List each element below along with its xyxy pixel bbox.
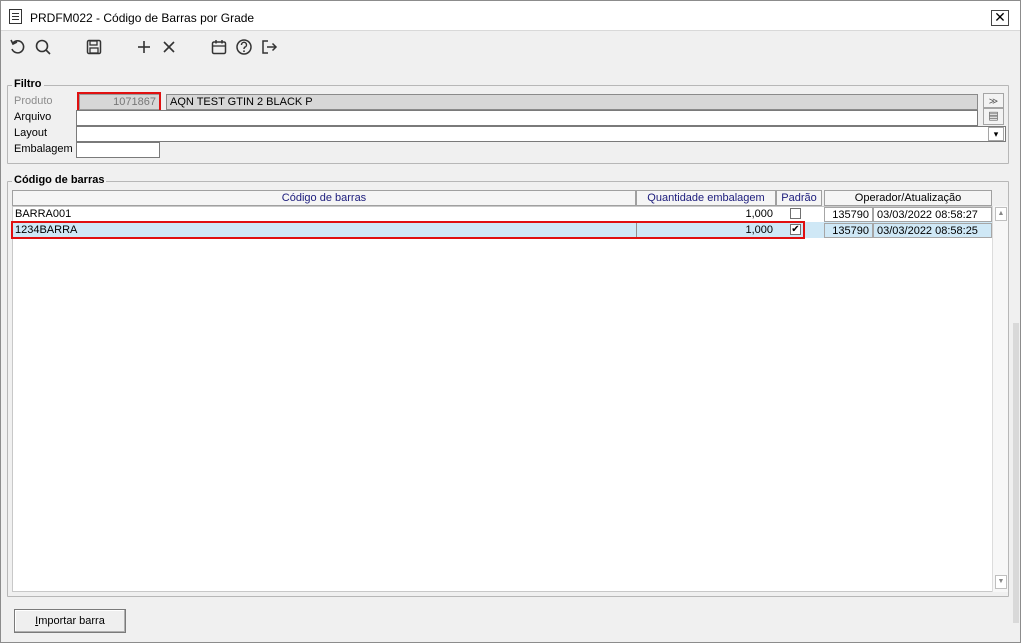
row1-operador[interactable]: 135790	[824, 207, 873, 222]
calendar-icon[interactable]	[210, 38, 228, 56]
add-icon[interactable]	[135, 38, 153, 56]
window-title: PRDFM022 - Código de Barras por Grade	[30, 11, 255, 25]
row2-highlight	[11, 221, 805, 239]
layout-label: Layout	[14, 127, 48, 139]
document-icon	[9, 9, 22, 24]
embalagem-label: Embalagem	[14, 143, 73, 155]
help-icon[interactable]	[235, 38, 253, 56]
window-edge	[1013, 323, 1019, 623]
main-window: PRDFM022 - Código de Barras por Grade ✕	[0, 0, 1021, 643]
exit-icon[interactable]	[260, 38, 278, 56]
produto-label: Produto	[14, 95, 53, 107]
title-bar: PRDFM022 - Código de Barras por Grade ✕	[1, 1, 1020, 31]
embalagem-input[interactable]	[76, 142, 160, 158]
produto-desc-field: AQN TEST GTIN 2 BLACK P	[166, 94, 978, 110]
delete-icon[interactable]	[160, 38, 178, 56]
barras-grid	[12, 206, 1008, 592]
row1-quantidade[interactable]: 1,000	[636, 207, 776, 222]
col-header-codigo[interactable]: Código de barras	[12, 190, 636, 206]
filtro-group-label: Filtro	[12, 78, 44, 90]
file-browse-icon[interactable]: ▤	[983, 108, 1004, 125]
save-icon[interactable]	[85, 38, 103, 56]
produto-highlight	[77, 92, 161, 112]
grid-vertical-scrollbar[interactable]: ▲ ▼	[992, 206, 1008, 592]
undo-icon[interactable]	[9, 38, 27, 56]
chevron-down-icon[interactable]: ▾	[988, 127, 1004, 141]
importar-barra-button[interactable]: Importar barra	[14, 609, 126, 633]
row1-codigo[interactable]: BARRA001	[12, 207, 636, 222]
row1-atualizacao[interactable]: 03/03/2022 08:58:27	[873, 207, 992, 222]
col-header-operador[interactable]: Operador/Atualização	[824, 190, 992, 206]
layout-select[interactable]	[76, 126, 1006, 142]
search-icon[interactable]	[34, 38, 52, 56]
arquivo-label: Arquivo	[14, 111, 52, 123]
arquivo-input[interactable]	[76, 110, 978, 126]
col-header-padrao[interactable]: Padrão	[776, 190, 822, 206]
close-button[interactable]: ✕	[991, 10, 1009, 26]
produto-lookup-button[interactable]: ≫	[983, 93, 1004, 108]
toolbar	[1, 32, 1020, 62]
barras-group-label: Código de barras	[12, 174, 107, 186]
row1-padrao-checkbox[interactable]	[790, 208, 801, 219]
row2-atualizacao[interactable]: 03/03/2022 08:58:25	[873, 223, 992, 238]
row2-operador[interactable]: 135790	[824, 223, 873, 238]
scroll-up-icon[interactable]: ▲	[995, 207, 1007, 221]
importar-label: mportar barra	[38, 615, 105, 627]
scroll-down-icon[interactable]: ▼	[995, 575, 1007, 589]
col-header-quantidade[interactable]: Quantidade embalagem	[636, 190, 776, 206]
